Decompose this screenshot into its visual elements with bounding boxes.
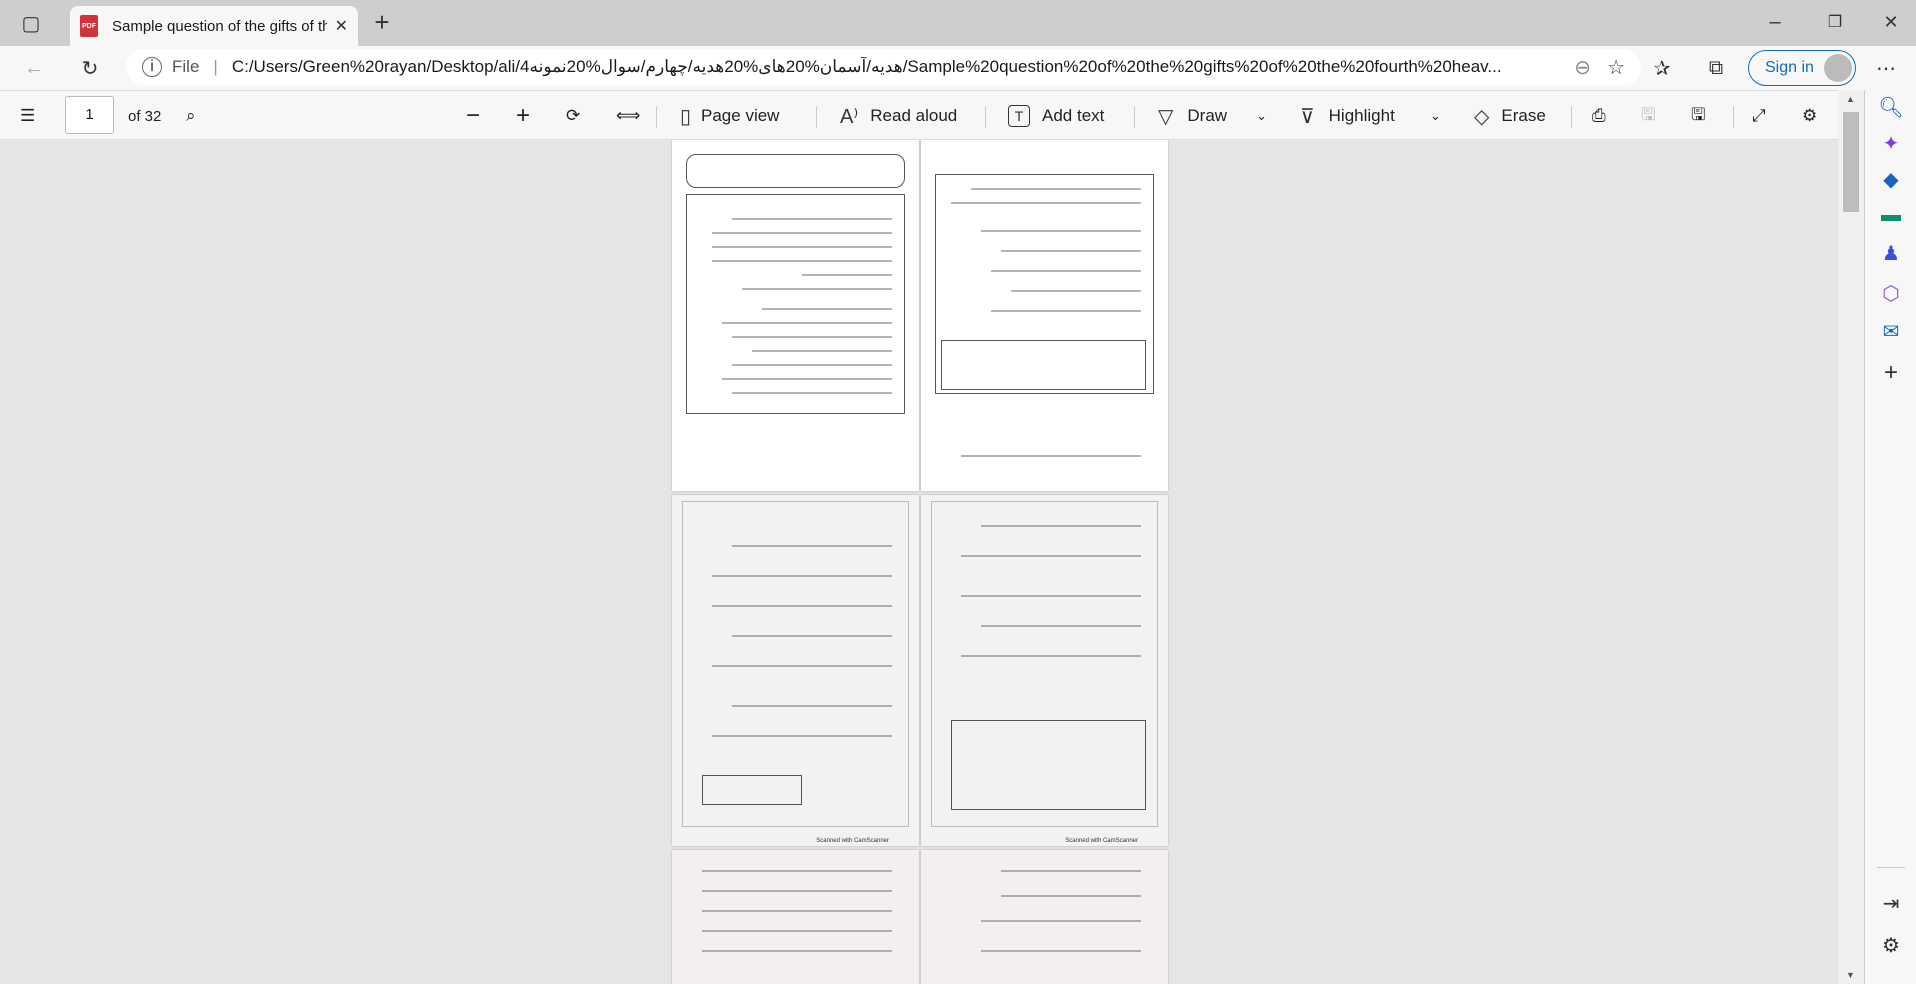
highlight-label: Highlight xyxy=(1328,106,1395,125)
eraser-icon: ◇ xyxy=(1474,105,1490,128)
scroll-up-icon[interactable]: ▲ xyxy=(1846,94,1855,104)
scroll-down-icon[interactable]: ▼ xyxy=(1846,970,1855,980)
page-view-button[interactable]: ▯ Page view xyxy=(680,91,779,141)
restore-icon[interactable]: ❐ xyxy=(1820,8,1850,36)
save-icon[interactable]: 🖫 xyxy=(1641,91,1655,141)
url-text: C:/Users/Green%20rayan/Desktop/ali/4هدیه… xyxy=(231,57,1502,76)
page-view-icon: ▯ xyxy=(680,105,692,128)
page-view-label: Page view xyxy=(701,106,780,125)
print-icon[interactable]: ⎙ xyxy=(1592,91,1606,141)
new-tab-icon[interactable]: + xyxy=(368,7,396,37)
save-as-icon[interactable]: 🖫 xyxy=(1691,91,1705,141)
outlook-icon[interactable]: ✉ xyxy=(1878,318,1904,344)
scanner-footer: Scanned with CamScanner xyxy=(816,838,889,844)
zoom-out-button[interactable]: − xyxy=(466,91,480,141)
add-icon[interactable]: + xyxy=(1878,359,1904,386)
close-tab-icon[interactable]: ✕ xyxy=(335,16,348,36)
file-label: File xyxy=(172,57,200,76)
search-icon[interactable]: ⌕ xyxy=(186,91,196,141)
read-aloud-label: Read aloud xyxy=(870,106,958,125)
pdf-page-5 xyxy=(672,850,919,984)
sign-in-label: Sign in xyxy=(1765,59,1814,76)
scanner-footer: Scanned with CamScanner xyxy=(1065,838,1138,844)
sign-in-button[interactable]: Sign in xyxy=(1748,50,1856,86)
collections-icon[interactable]: ⧉ xyxy=(1702,54,1730,82)
contents-icon[interactable]: ☰ xyxy=(20,91,35,141)
settings-icon[interactable]: ⚙ xyxy=(1802,91,1817,141)
fit-width-icon[interactable]: ⟺ xyxy=(616,91,640,141)
read-aloud-icon: A⁾ xyxy=(840,105,859,128)
add-favorite-icon[interactable]: ☆ xyxy=(1607,55,1625,80)
more-icon[interactable]: ⋯ xyxy=(1872,54,1900,82)
page-number-input[interactable]: 1 xyxy=(65,96,114,134)
tab-active[interactable]: PDF Sample question of the gifts of the … xyxy=(70,6,358,46)
highlight-button[interactable]: ⊽ Highlight xyxy=(1300,91,1395,141)
add-text-icon: T xyxy=(1008,105,1030,127)
add-text-label: Add text xyxy=(1042,106,1105,125)
rotate-icon[interactable]: ⟳ xyxy=(566,91,580,141)
sidebar-settings-icon[interactable]: ⚙ xyxy=(1878,932,1904,958)
page-count: of 32 xyxy=(128,107,162,125)
highlight-chevron-down-icon[interactable]: ⌄ xyxy=(1430,91,1441,141)
pdf-page-2 xyxy=(921,140,1168,491)
refresh-icon[interactable]: ↻ xyxy=(76,54,104,82)
scrollbar[interactable]: ▲ ▼ xyxy=(1838,90,1864,984)
close-window-icon[interactable]: ✕ xyxy=(1876,8,1906,36)
scrollbar-thumb[interactable] xyxy=(1843,112,1859,212)
pdf-viewer[interactable]: Scanned with CamScanner Scanned with Cam… xyxy=(0,140,1838,984)
erase-label: Erase xyxy=(1501,106,1546,125)
games-icon[interactable]: ♟ xyxy=(1878,240,1904,266)
microsoft365-icon[interactable]: ⬡ xyxy=(1878,280,1904,306)
add-text-button[interactable]: T Add text xyxy=(1008,91,1104,141)
tab-actions-icon[interactable]: ▢ xyxy=(18,10,44,36)
zoom-out-icon[interactable]: ⊖ xyxy=(1574,55,1591,80)
read-aloud-button[interactable]: A⁾ Read aloud xyxy=(840,91,957,141)
pdf-toolbar: ☰ 1 of 32 ⌕ − + ⟳ ⟺ ▯ Page view A⁾ Read al… xyxy=(0,90,1838,140)
pdf-page-1 xyxy=(672,140,919,491)
fullscreen-icon[interactable]: ⤢ xyxy=(1752,91,1766,141)
draw-chevron-down-icon[interactable]: ⌄ xyxy=(1256,91,1267,141)
draw-button[interactable]: ▽ Draw xyxy=(1158,91,1227,141)
pdf-page-3: Scanned with CamScanner xyxy=(672,495,919,846)
hide-sidebar-icon[interactable]: ⇥ xyxy=(1878,890,1904,916)
address-bar[interactable]: i File | C:/Users/Green%20rayan/Desktop/… xyxy=(126,49,1641,85)
pdf-page-4: Scanned with CamScanner xyxy=(921,495,1168,846)
highlight-icon: ⊽ xyxy=(1300,105,1315,128)
pdf-page-6 xyxy=(921,850,1168,984)
minimize-icon[interactable]: – xyxy=(1760,8,1790,36)
search-icon[interactable]: 🔍︎ xyxy=(1878,94,1904,120)
favorites-icon[interactable]: ✰ xyxy=(1648,54,1676,82)
draw-label: Draw xyxy=(1187,106,1228,125)
tab-bar: ▢ PDF Sample question of the gifts of th… xyxy=(0,0,1916,46)
address-row: ← ↻ i File | C:/Users/Green%20rayan/Desk… xyxy=(0,46,1916,90)
avatar xyxy=(1823,54,1852,82)
pdf-icon: PDF xyxy=(80,15,98,37)
erase-button[interactable]: ◇ Erase xyxy=(1474,91,1546,141)
zoom-in-button[interactable]: + xyxy=(516,91,530,141)
copilot-icon[interactable]: ✦ xyxy=(1878,130,1904,156)
tab-title: Sample question of the gifts of the four… xyxy=(112,17,327,35)
back-icon[interactable]: ← xyxy=(20,54,48,82)
draw-icon: ▽ xyxy=(1158,105,1174,128)
shopping-tag-icon[interactable]: ◆ xyxy=(1878,166,1904,192)
tools-icon[interactable]: ▬ xyxy=(1878,202,1904,228)
edge-sidebar: 🔍︎ ✦ ◆ ▬ ♟ ⬡ ✉ + ⇥ ⚙ xyxy=(1864,90,1916,984)
